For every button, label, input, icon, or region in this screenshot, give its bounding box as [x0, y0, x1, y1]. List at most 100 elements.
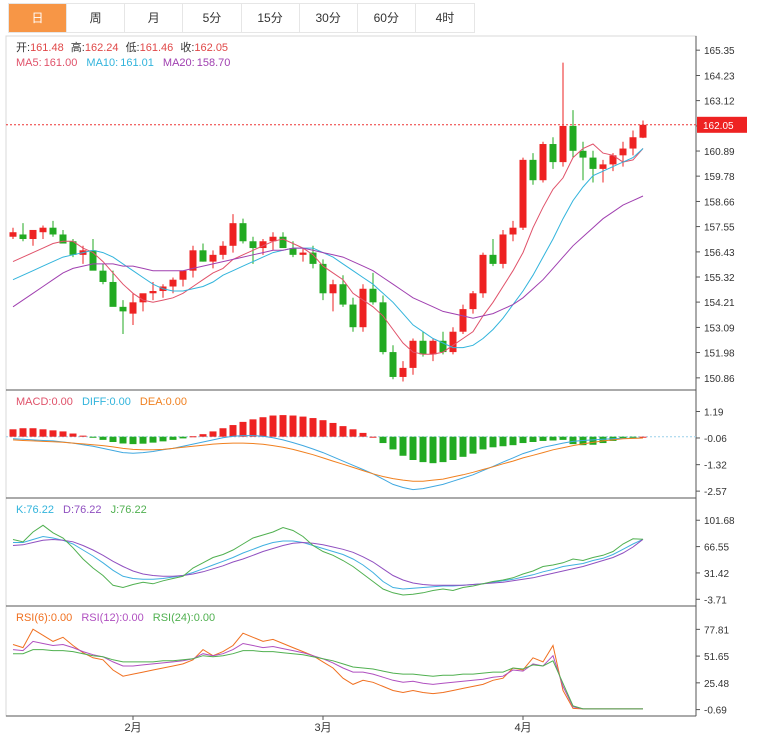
macd-bar-13	[139, 436, 147, 444]
macd-bar-2	[29, 428, 37, 437]
macd-bar-23	[239, 421, 247, 437]
candle-body-52	[529, 159, 537, 181]
price-axis-tick-label-0: 165.35	[704, 46, 735, 57]
candle-body-39	[399, 367, 407, 377]
price-axis-tick-label-8: 156.43	[704, 248, 735, 259]
macd-bar-21	[219, 428, 227, 437]
ma10-line	[12, 148, 644, 349]
candle-body-33	[339, 284, 347, 305]
rsi12-line	[12, 640, 643, 710]
macd-bar-37	[379, 436, 387, 444]
d-value: 76.22	[74, 504, 102, 516]
macd-bar-49	[499, 436, 507, 447]
candle-body-48	[489, 254, 497, 264]
last-price-label: 162.05	[703, 121, 734, 132]
rsi12-value: 0.00	[122, 612, 143, 624]
candle-body-3	[39, 227, 47, 233]
macd-bar-40	[409, 436, 417, 460]
macd-bar-1	[19, 428, 27, 437]
price-axis-tick-label-7: 157.55	[704, 223, 735, 234]
macd-bar-11	[119, 436, 127, 444]
candle-body-1	[19, 234, 27, 240]
macd-bar-3	[39, 429, 47, 437]
candle-body-4	[49, 227, 57, 235]
k-value: 76.22	[26, 504, 54, 516]
j-label: J:	[111, 504, 120, 516]
macd-axis-tick-label-3: -2.57	[704, 487, 727, 498]
candle-body-63	[639, 124, 647, 138]
candle-body-24	[249, 241, 257, 249]
macd-bar-51	[519, 436, 527, 444]
macd-bar-39	[399, 436, 407, 456]
rsi12-label: RSI(12):	[81, 612, 122, 624]
dea-label: DEA:	[140, 396, 166, 408]
candle-body-54	[549, 144, 557, 163]
candle-body-59	[599, 164, 607, 169]
rsi-axis-tick-label-2: 25.48	[704, 679, 729, 690]
macd-bar-34	[349, 429, 357, 437]
rsi24-line	[13, 649, 643, 710]
ma5-line	[12, 143, 644, 355]
kdj-k-line	[13, 535, 644, 590]
ma20-value: 158.70	[197, 57, 231, 69]
candle-body-34	[349, 304, 357, 328]
macd-dea-line	[12, 437, 644, 482]
date-label-2: 4月	[514, 722, 531, 734]
rsi6-label: RSI(6):	[16, 612, 51, 624]
candle-body-62	[629, 137, 637, 149]
price-axis-tick-label-11: 153.09	[704, 323, 735, 334]
macd-axis-tick-label-0: 1.19	[704, 408, 724, 419]
macd-bar-33	[339, 426, 347, 437]
macd-bar-5	[59, 431, 67, 437]
candle-body-27	[279, 236, 287, 249]
macd-bar-29	[299, 416, 307, 437]
high-label: 高:	[71, 40, 85, 54]
j-value: 76.22	[119, 504, 147, 516]
price-axis-tick-label-5: 159.78	[704, 172, 735, 183]
macd-bar-10	[109, 436, 117, 442]
macd-bar-7	[79, 435, 87, 437]
candle-body-46	[469, 293, 477, 310]
candle-body-58	[589, 157, 597, 169]
candle-body-9	[99, 270, 107, 282]
stock-chart[interactable]: 165.35164.23163.12162.00160.89159.78158.…	[0, 0, 766, 753]
macd-value: 0.00	[51, 396, 72, 408]
rsi-axis-tick-label-3: -0.69	[704, 706, 727, 717]
macd-bar-22	[229, 425, 237, 437]
macd-bar-47	[479, 436, 487, 450]
macd-bar-20	[209, 431, 217, 437]
macd-bar-24	[249, 419, 257, 437]
candle-body-53	[539, 144, 547, 181]
price-axis-tick-label-4: 160.89	[704, 147, 735, 158]
open-value: 161.48	[30, 42, 64, 54]
macd-bar-56	[569, 436, 577, 445]
high-value: 162.24	[85, 42, 119, 54]
low-label: 低:	[126, 41, 140, 54]
macd-bar-19	[199, 434, 207, 437]
d-label: D:	[63, 504, 74, 516]
candle-body-61	[619, 148, 627, 156]
macd-axis-tick-label-2: -1.32	[704, 461, 727, 472]
macd-bar-58	[589, 436, 597, 445]
macd-bar-45	[459, 436, 467, 457]
macd-bar-41	[419, 436, 427, 463]
candle-body-10	[109, 281, 117, 307]
info-line-price: 开:161.48 高:162.24 低:161.46 收:162.05	[16, 40, 228, 54]
candle-body-47	[479, 254, 487, 294]
macd-bar-32	[329, 422, 337, 437]
candle-body-32	[329, 284, 337, 294]
kdj-axis-tick-label-0: 101.68	[704, 516, 735, 527]
macd-bar-0	[9, 429, 17, 437]
macd-bar-25	[259, 417, 267, 437]
candle-body-49	[499, 234, 507, 264]
info-line-macd: MACD:0.00 DIFF:0.00 DEA:0.00	[16, 396, 187, 408]
candle-body-41	[419, 340, 427, 355]
candle-body-45	[459, 309, 467, 332]
macd-bar-12	[129, 436, 137, 445]
macd-bar-43	[439, 436, 447, 463]
ma5-value: 161.00	[44, 57, 78, 69]
info-line-kdj: K:76.22 D:76.22 J:76.22	[16, 504, 147, 516]
candle-body-16	[169, 279, 177, 287]
candle-body-55	[559, 125, 567, 163]
macd-bar-9	[99, 436, 107, 440]
